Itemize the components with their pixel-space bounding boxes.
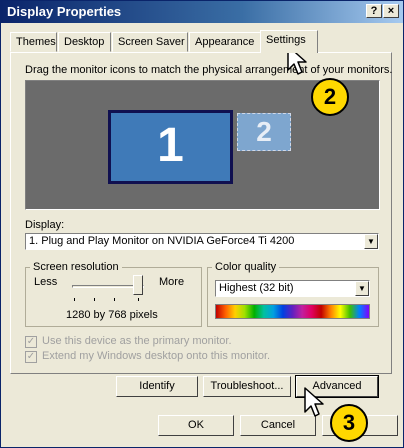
screen-resolution-label: Screen resolution bbox=[30, 261, 122, 273]
step-2-callout: 2 bbox=[311, 78, 349, 116]
resolution-slider-thumb[interactable] bbox=[133, 275, 143, 295]
slider-tick bbox=[138, 298, 139, 301]
tab-desktop[interactable]: Desktop bbox=[58, 32, 111, 52]
display-label: Display: bbox=[25, 219, 65, 231]
ok-button[interactable]: OK bbox=[158, 415, 234, 436]
monitor-1-icon[interactable]: 1 bbox=[108, 110, 233, 184]
identify-button[interactable]: Identify bbox=[116, 376, 198, 397]
slider-tick bbox=[94, 298, 95, 301]
slider-tick bbox=[114, 298, 115, 301]
color-spectrum-bar bbox=[215, 304, 370, 319]
help-button[interactable]: ? bbox=[366, 4, 382, 18]
tab-settings[interactable]: Settings bbox=[260, 30, 318, 53]
window-title: Display Properties bbox=[7, 4, 122, 19]
slider-tick bbox=[74, 298, 75, 301]
resolution-less-label: Less bbox=[34, 276, 58, 288]
display-select[interactable]: 1. Plug and Play Monitor on NVIDIA GeFor… bbox=[25, 233, 379, 250]
tab-screen-saver[interactable]: Screen Saver bbox=[112, 32, 188, 52]
resolution-value: 1280 by 768 pixels bbox=[66, 309, 158, 321]
close-button[interactable]: × bbox=[383, 4, 399, 18]
chevron-down-icon[interactable]: ▼ bbox=[355, 281, 369, 296]
color-quality-value: Highest (32 bit) bbox=[219, 282, 294, 294]
color-quality-select[interactable]: Highest (32 bit) ▼ bbox=[215, 280, 370, 297]
primary-monitor-checkbox[interactable]: ✓ bbox=[25, 336, 37, 348]
arrange-instruction: Drag the monitor icons to match the phys… bbox=[25, 64, 393, 76]
display-select-value: 1. Plug and Play Monitor on NVIDIA GeFor… bbox=[29, 235, 295, 247]
title-bar[interactable]: Display Properties bbox=[1, 1, 403, 23]
troubleshoot-button[interactable]: Troubleshoot... bbox=[203, 376, 291, 397]
primary-monitor-label: Use this device as the primary monitor. bbox=[42, 335, 232, 347]
chevron-down-icon[interactable]: ▼ bbox=[364, 234, 378, 249]
extend-desktop-checkbox[interactable]: ✓ bbox=[25, 351, 37, 363]
tab-themes[interactable]: Themes bbox=[10, 32, 57, 52]
mouse-pointer-icon bbox=[304, 387, 324, 417]
monitor-2-icon[interactable]: 2 bbox=[237, 113, 291, 151]
extend-desktop-label: Extend my Windows desktop onto this moni… bbox=[42, 350, 271, 362]
step-3-callout: 3 bbox=[330, 404, 368, 442]
resolution-more-label: More bbox=[159, 276, 185, 288]
tab-appearance[interactable]: Appearance bbox=[189, 32, 264, 52]
color-quality-label: Color quality bbox=[212, 261, 280, 273]
